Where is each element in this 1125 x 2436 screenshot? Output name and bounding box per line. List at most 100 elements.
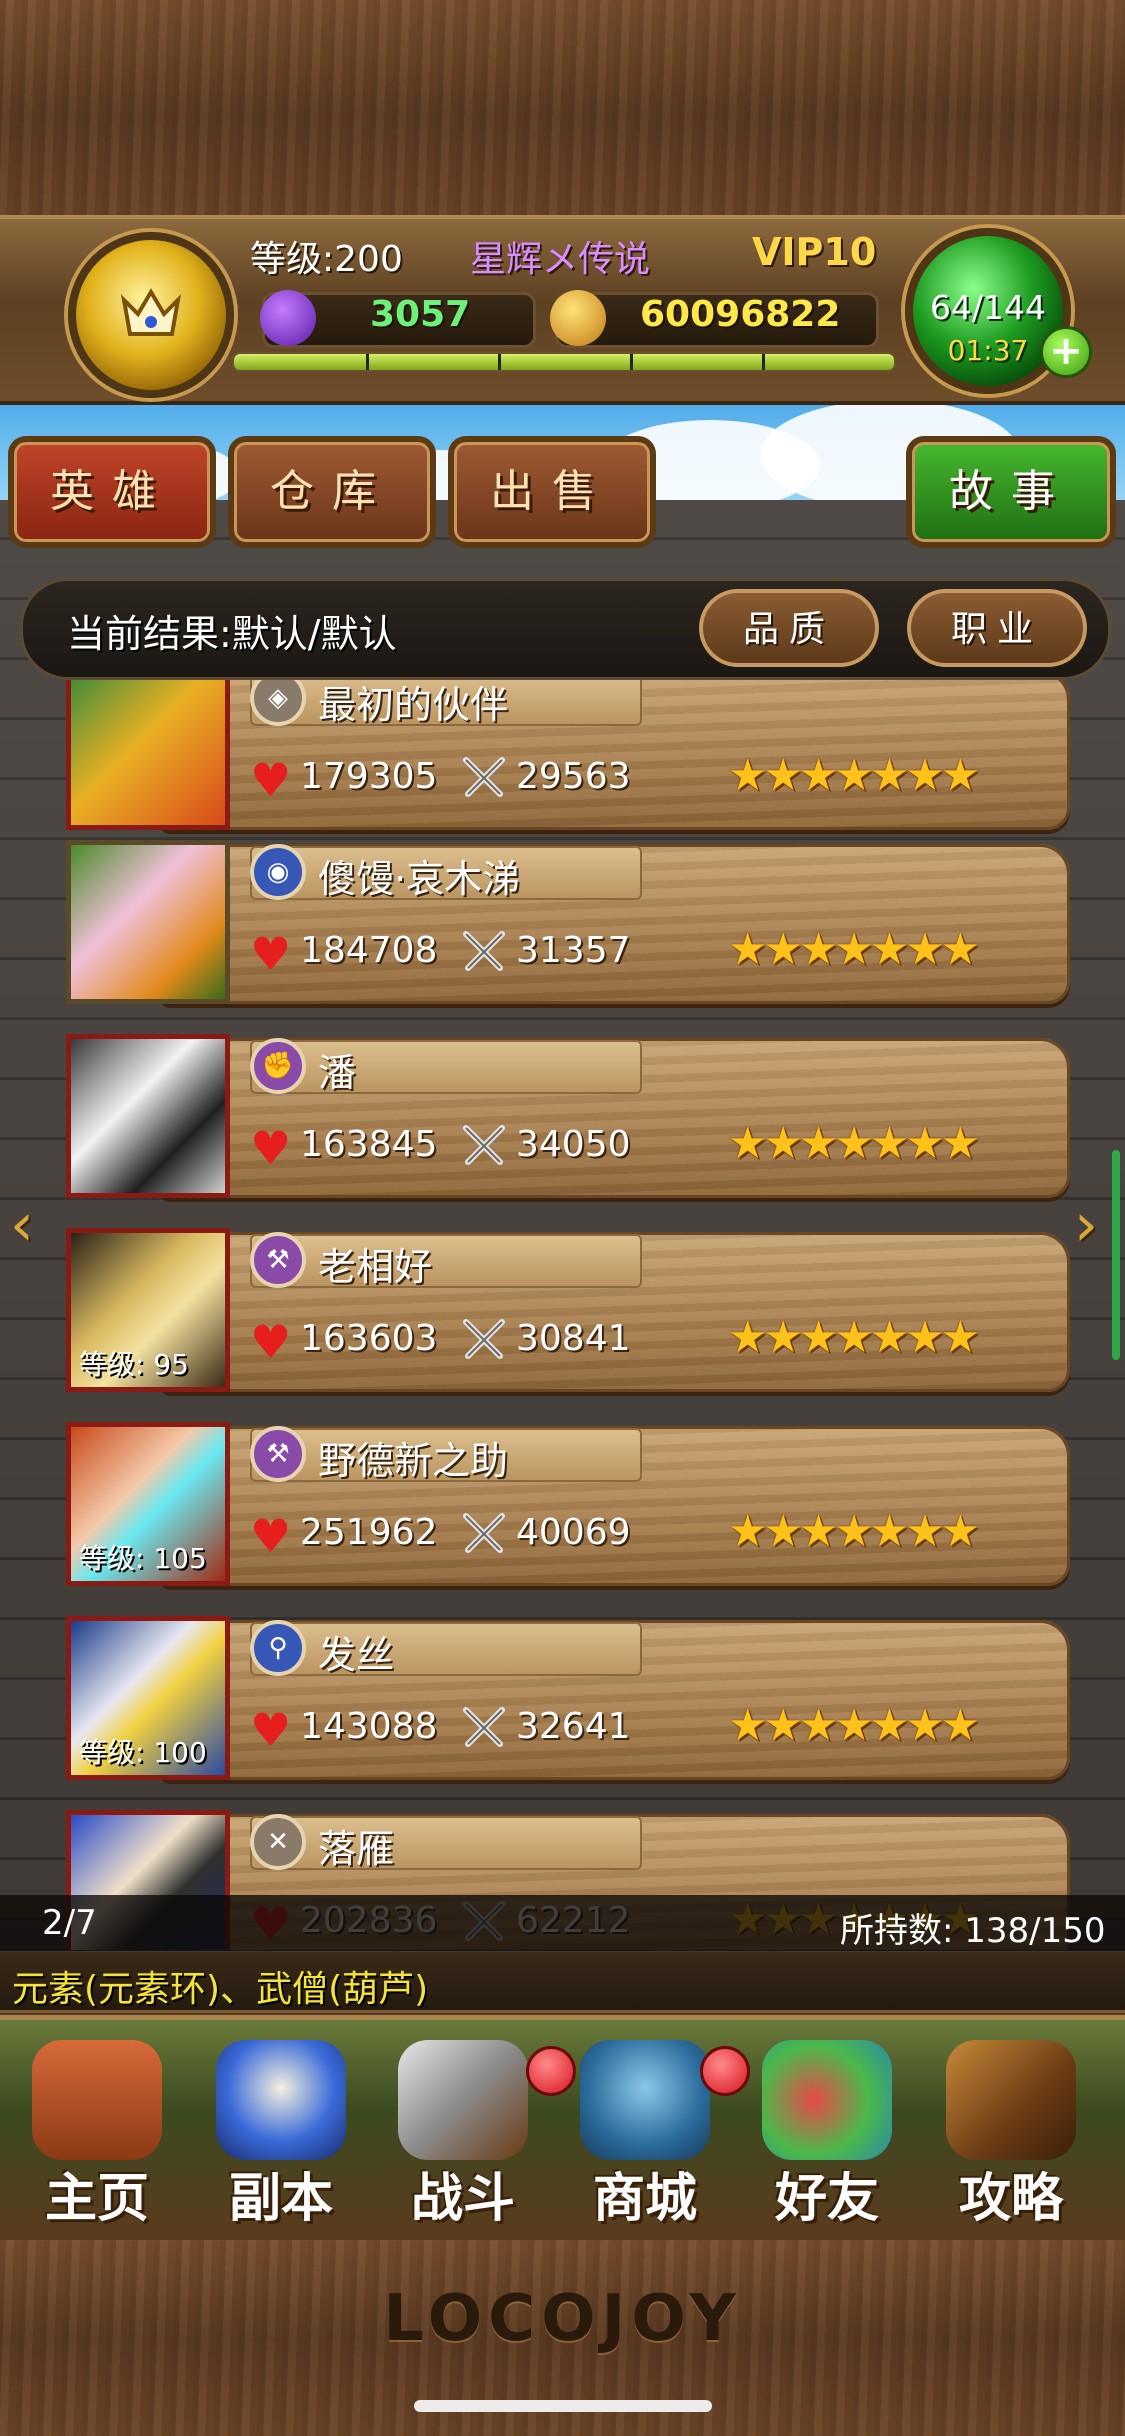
hero-row[interactable]: ✊ 潘 ♥ 163845 34050 ★★★★★★★ bbox=[60, 1034, 1080, 1214]
player-name: 星辉メ传说 bbox=[470, 239, 651, 280]
hero-attack: 32641 bbox=[516, 1706, 631, 1747]
energy-count: 64/144 bbox=[929, 288, 1047, 327]
add-energy-button[interactable]: + bbox=[1040, 326, 1092, 378]
heart-icon: ♥ bbox=[250, 1315, 292, 1369]
crown-icon bbox=[120, 288, 182, 336]
nav-friends[interactable]: 好友 bbox=[742, 2040, 912, 2240]
rank-crest[interactable] bbox=[68, 232, 234, 398]
hero-hp: 163845 bbox=[300, 1124, 438, 1165]
hero-level: 等级: 95 bbox=[79, 1348, 189, 1381]
job-filter-button[interactable]: 职业 bbox=[907, 589, 1087, 667]
fist-icon: ✊ bbox=[250, 1038, 306, 1094]
star-rating: ★★★★★★★ bbox=[728, 1118, 980, 1169]
hero-portrait bbox=[66, 840, 230, 1004]
gem-amount: 3057 bbox=[370, 294, 471, 335]
hero-portrait bbox=[66, 1034, 230, 1198]
hero-hp: 251962 bbox=[300, 1512, 438, 1553]
hammer-icon: ⚒ bbox=[250, 1232, 306, 1288]
house-icon bbox=[32, 2040, 162, 2160]
hero-attack: 29563 bbox=[516, 756, 631, 797]
bow-icon: ✕ bbox=[250, 1814, 306, 1870]
hero-name: 傻馒·哀木涕 bbox=[318, 857, 521, 901]
hero-name: 最初的伙伴 bbox=[318, 683, 509, 727]
tab-heroes[interactable]: 英雄 bbox=[8, 436, 216, 548]
prev-page-arrow[interactable]: ‹ bbox=[10, 1190, 34, 1260]
top-wood-panel bbox=[0, 0, 1125, 230]
heart-icon: ♥ bbox=[250, 927, 292, 981]
filter-bar: 当前结果:默认/默认 品质 职业 bbox=[20, 578, 1111, 680]
hero-row[interactable]: ◉ 傻馒·哀木涕 ♥ 184708 31357 ★★★★★★★ bbox=[60, 840, 1080, 1020]
star-rating: ★★★★★★★ bbox=[728, 1506, 980, 1557]
book-icon bbox=[946, 2040, 1076, 2160]
sword-icon bbox=[398, 2040, 528, 2160]
quality-filter-button[interactable]: 品质 bbox=[699, 589, 879, 667]
friends-icon bbox=[762, 2040, 892, 2160]
locojoy-logo: LOCOJOY bbox=[383, 2282, 742, 2356]
star-rating: ★★★★★★★ bbox=[728, 1700, 980, 1751]
gem-icon bbox=[260, 290, 316, 346]
nav-dungeon[interactable]: 副本 bbox=[196, 2040, 366, 2240]
page-info-strip: 2/7 所持数: 138/150 bbox=[0, 1895, 1125, 1951]
hero-portrait: 等级: 105 bbox=[66, 1422, 230, 1586]
nav-shop[interactable]: 商城 bbox=[560, 2040, 750, 2240]
hero-portrait bbox=[66, 680, 230, 830]
hero-row[interactable]: 等级: 105 ⚒ 野德新之助 ♥ 251962 40069 ★★★★★★★ bbox=[60, 1422, 1080, 1602]
swords-icon bbox=[463, 757, 505, 797]
hero-hp: 143088 bbox=[300, 1706, 438, 1747]
hero-hp: 179305 bbox=[300, 756, 438, 797]
hero-level: 等级: 105 bbox=[79, 1542, 207, 1575]
heart-icon: ♥ bbox=[250, 1509, 292, 1563]
helmet-icon: ◉ bbox=[250, 844, 306, 900]
hero-list[interactable]: ◈ 最初的伙伴 ♥ 179305 29563 ★★★★★★★ ◉ 傻馒·哀木涕 … bbox=[60, 680, 1080, 1950]
staff-icon: ⚲ bbox=[250, 1620, 306, 1676]
page-number: 2/7 bbox=[42, 1903, 97, 1943]
list-scrollbar[interactable] bbox=[1112, 1150, 1120, 1360]
hero-row[interactable]: 等级: 100 ⚲ 发丝 ♥ 143088 32641 ★★★★★★★ bbox=[60, 1616, 1080, 1796]
swords-icon bbox=[463, 931, 505, 971]
hero-name: 潘 bbox=[318, 1051, 357, 1095]
hero-row[interactable]: ◈ 最初的伙伴 ♥ 179305 29563 ★★★★★★★ bbox=[60, 680, 1080, 846]
swords-icon bbox=[463, 1707, 505, 1747]
hero-hp: 184708 bbox=[300, 930, 438, 971]
hero-row[interactable]: 等级: 95 ⚒ 老相好 ♥ 163603 30841 ★★★★★★★ bbox=[60, 1228, 1080, 1408]
swords-icon bbox=[463, 1125, 505, 1165]
nav-battle[interactable]: 战斗 bbox=[378, 2040, 576, 2240]
nav-guide[interactable]: 攻略 bbox=[926, 2040, 1096, 2240]
nav-home[interactable]: 主页 bbox=[12, 2040, 182, 2240]
hero-level: 等级: 100 bbox=[79, 1736, 207, 1769]
star-rating: ★★★★★★★ bbox=[728, 1312, 980, 1363]
hint-text: 元素(元素环)、武僧(葫芦) bbox=[12, 1969, 429, 2010]
tab-sell[interactable]: 出售 bbox=[448, 436, 656, 548]
shop-icon bbox=[580, 2040, 710, 2160]
tab-warehouse[interactable]: 仓库 bbox=[228, 436, 436, 548]
hero-hp: 163603 bbox=[300, 1318, 438, 1359]
heart-icon: ♥ bbox=[250, 753, 292, 807]
experience-bar bbox=[232, 352, 896, 372]
hammer-icon: ⚒ bbox=[250, 1426, 306, 1482]
hint-strip: 元素(元素环)、武僧(葫芦) bbox=[0, 1952, 1125, 2013]
vip-level: VIP10 bbox=[752, 230, 877, 274]
player-level: 等级:200 bbox=[250, 239, 403, 280]
swords-icon bbox=[463, 1513, 505, 1553]
hero-attack: 31357 bbox=[516, 930, 631, 971]
hero-name: 发丝 bbox=[318, 1633, 395, 1677]
skull-icon bbox=[216, 2040, 346, 2160]
star-rating: ★★★★★★★ bbox=[728, 750, 980, 801]
swords-icon bbox=[463, 1319, 505, 1359]
hero-hold-count: 所持数: 138/150 bbox=[840, 1911, 1106, 1951]
home-indicator[interactable] bbox=[414, 2400, 712, 2412]
hero-portrait: 等级: 95 bbox=[66, 1228, 230, 1392]
hero-attack: 40069 bbox=[516, 1512, 631, 1553]
coin-icon bbox=[550, 290, 606, 346]
hero-attack: 34050 bbox=[516, 1124, 631, 1165]
hero-name: 落雁 bbox=[318, 1827, 395, 1871]
tab-story[interactable]: 故事 bbox=[906, 436, 1116, 548]
hero-attack: 30841 bbox=[516, 1318, 631, 1359]
next-page-arrow[interactable]: › bbox=[1074, 1190, 1098, 1260]
filter-result-label: 当前结果:默认/默认 bbox=[67, 612, 397, 656]
heart-icon: ♥ bbox=[250, 1703, 292, 1757]
gold-amount: 60096822 bbox=[640, 294, 841, 335]
star-rating: ★★★★★★★ bbox=[728, 924, 980, 975]
hero-name: 老相好 bbox=[318, 1245, 433, 1289]
hero-name: 野德新之助 bbox=[318, 1439, 509, 1483]
